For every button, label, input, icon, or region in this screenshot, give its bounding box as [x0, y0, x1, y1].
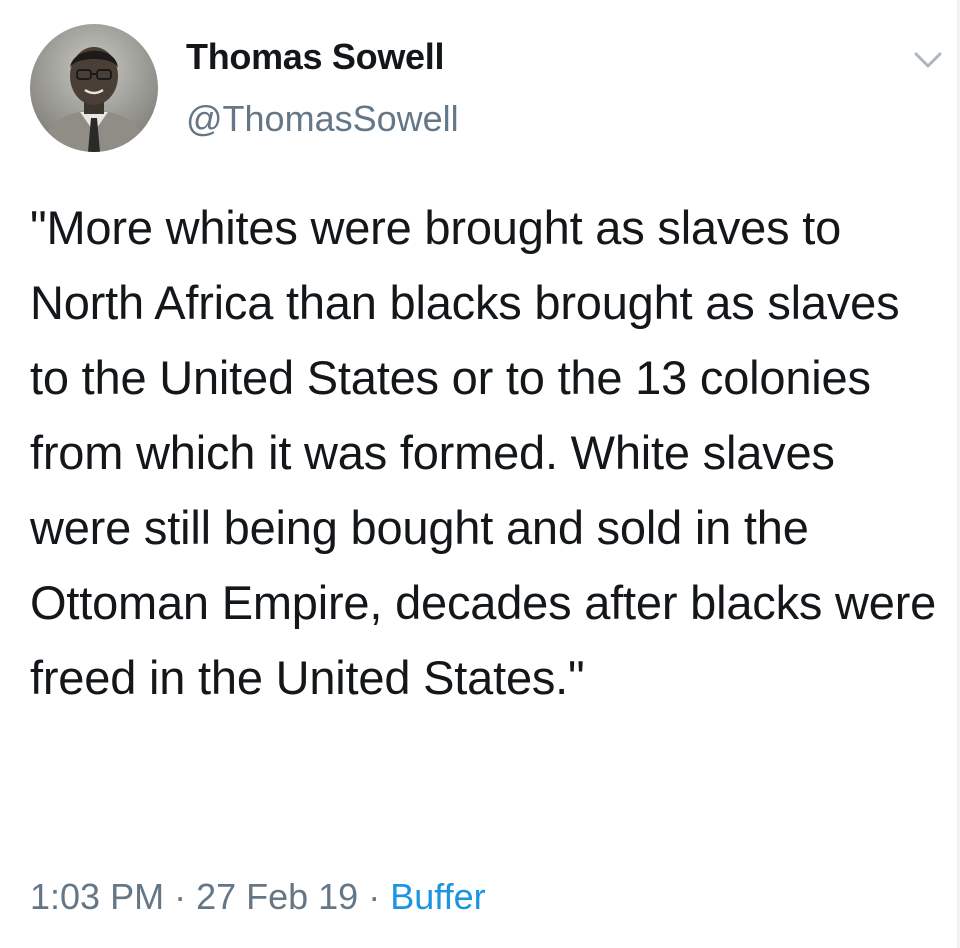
separator: · — [174, 876, 187, 917]
display-name[interactable]: Thomas Sowell — [186, 36, 444, 78]
chevron-down-icon[interactable] — [908, 46, 948, 76]
user-handle[interactable]: @ThomasSowell — [186, 98, 459, 140]
separator: · — [368, 876, 381, 917]
avatar[interactable] — [30, 24, 158, 152]
tweet-metadata: 1:03 PM · 27 Feb 19 · Buffer — [30, 876, 486, 918]
tweet-date[interactable]: 27 Feb 19 — [196, 876, 358, 917]
tweet-source-link[interactable]: Buffer — [390, 876, 485, 917]
tweet-card: Thomas Sowell @ThomasSowell "More whites… — [0, 0, 960, 948]
tweet-text: "More whites were brought as slaves to N… — [30, 201, 937, 704]
tweet-time[interactable]: 1:03 PM — [30, 876, 164, 917]
avatar-photo-icon — [30, 24, 158, 152]
